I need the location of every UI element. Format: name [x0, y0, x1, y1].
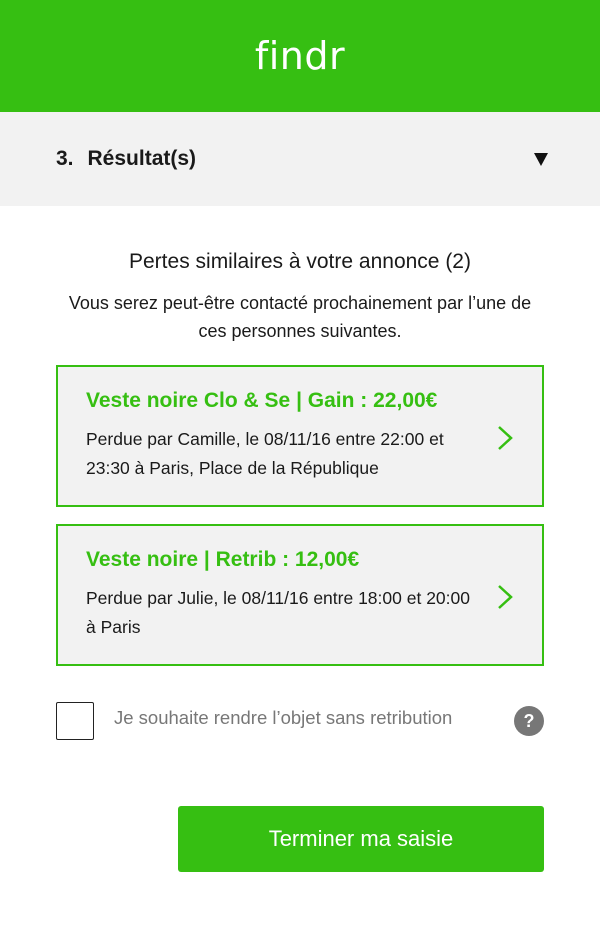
result-card-description: Perdue par Camille, le 08/11/16 entre 22… [86, 429, 444, 478]
result-card[interactable]: Veste noire Clo & Se | Gain : 22,00€ Per… [56, 365, 544, 507]
result-card[interactable]: Veste noire | Retrib : 12,00€ Perdue par… [56, 524, 544, 666]
chevron-right-icon[interactable] [496, 584, 514, 610]
step-title: 3. Résultat(s) [56, 147, 196, 171]
results-subheading: Vous serez peut-être contacté prochainem… [68, 293, 532, 341]
triangle-down-icon[interactable] [534, 152, 548, 166]
results-heading: Pertes similaires à votre annonce (2) [129, 250, 471, 273]
chevron-right-icon[interactable] [496, 425, 514, 451]
app-header: findr [0, 0, 600, 112]
result-card-title: Veste noire Clo & Se | Gain : 22,00€ [86, 389, 438, 412]
no-reward-label: Je souhaite rendre l’objet sans retribut… [114, 707, 453, 728]
app-logo: findr [254, 34, 346, 78]
step-label: Résultat(s) [87, 147, 197, 170]
step-section-header[interactable]: 3. Résultat(s) [0, 112, 600, 206]
step-number: 3. [56, 147, 74, 170]
result-card-description: Perdue par Julie, le 08/11/16 entre 18:0… [86, 588, 470, 637]
finish-entry-button[interactable]: Terminer ma saisie [178, 806, 544, 872]
no-reward-checkbox[interactable] [56, 702, 94, 740]
help-icon[interactable]: ? [514, 706, 544, 736]
result-card-title: Veste noire | Retrib : 12,00€ [86, 548, 360, 571]
